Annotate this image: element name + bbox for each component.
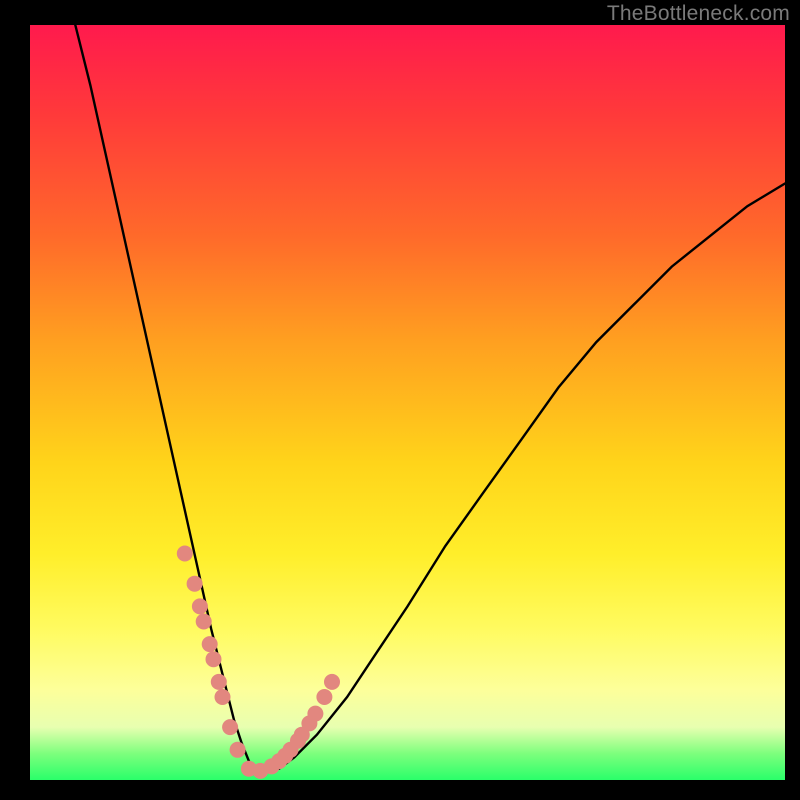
highlight-dot [196, 614, 212, 630]
curve-layer [30, 25, 785, 780]
highlight-dot [177, 546, 193, 562]
highlight-dot [215, 689, 231, 705]
highlight-dot [316, 689, 332, 705]
highlight-dot [222, 719, 238, 735]
highlight-dot [211, 674, 227, 690]
highlight-dot [324, 674, 340, 690]
highlight-dots [177, 546, 340, 779]
plot-area [30, 25, 785, 780]
highlight-dot [307, 706, 323, 722]
watermark-text: TheBottleneck.com [607, 2, 790, 26]
highlight-dot [192, 598, 208, 614]
highlight-dot [206, 651, 222, 667]
chart-frame: TheBottleneck.com [0, 0, 800, 800]
bottleneck-curve [75, 25, 785, 773]
highlight-dot [230, 742, 246, 758]
highlight-dot [202, 636, 218, 652]
highlight-dot [187, 576, 203, 592]
